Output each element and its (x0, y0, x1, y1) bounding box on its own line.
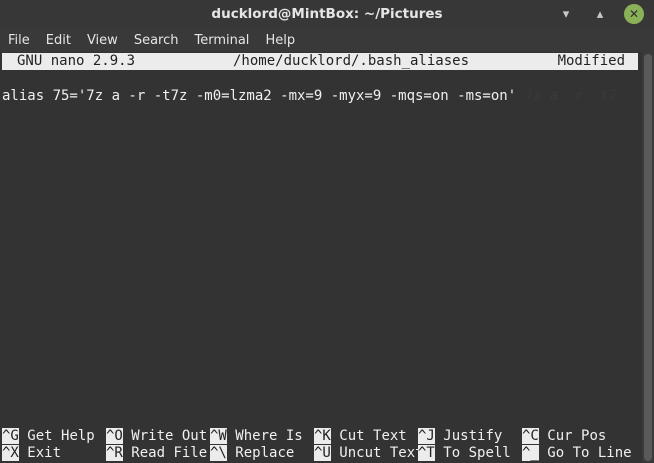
shortcut-get-help: ^G Get Help (2, 428, 95, 444)
menu-terminal[interactable]: Terminal (186, 33, 257, 48)
shortcut-bar: ^G Get Help ^O Write Out ^W Where Is ^K … (0, 428, 642, 462)
menu-view[interactable]: View (79, 33, 126, 48)
nano-status: Modified (557, 53, 625, 69)
terminal-area[interactable]: GNU nano 2.9.3 /home/ducklord/.bash_alia… (0, 52, 642, 463)
menu-file[interactable]: File (0, 33, 38, 48)
menu-edit[interactable]: Edit (38, 33, 79, 48)
shortcut-go-to-line: ^_ Go To Line (522, 445, 632, 461)
shortcut-exit: ^X Exit (2, 445, 62, 461)
scrollbar-thumb[interactable] (644, 54, 652, 461)
menu-help[interactable]: Help (257, 33, 303, 48)
window-title: ducklord@MintBox: ~/Pictures (211, 6, 443, 22)
menu-search[interactable]: Search (126, 33, 187, 48)
shortcut-where-is: ^W Where Is (210, 428, 303, 444)
editor-text: alias 75='7z a -r -t7z -m0=lzma2 -mx=9 -… (2, 88, 517, 104)
minimize-icon[interactable]: ▾ (556, 4, 576, 24)
shortcut-justify: ^J Justify (418, 428, 503, 444)
nano-filename: /home/ducklord/.bash_aliases (233, 53, 470, 69)
nano-version: GNU nano 2.9.3 (17, 53, 136, 69)
ghost-text: 7z a -r -t7 (524, 88, 618, 104)
terminal-window: ducklord@MintBox: ~/Pictures ▾ ▴ ✕ File … (0, 0, 654, 463)
shortcut-replace: ^\ Replace (210, 445, 295, 461)
window-controls: ▾ ▴ ✕ (556, 4, 644, 24)
nano-header: GNU nano 2.9.3 /home/ducklord/.bash_alia… (2, 53, 638, 70)
shortcut-cur-pos: ^C Cur Pos (522, 428, 607, 444)
editor-line[interactable]: alias 75='7z a -r -t7z -m0=lzma2 -mx=9 -… (2, 88, 617, 105)
menu-bar: File Edit View Search Terminal Help (0, 28, 654, 52)
shortcut-uncut-text: ^U Uncut Text (314, 445, 424, 461)
shortcut-to-spell: ^T To Spell (418, 445, 511, 461)
window-titlebar[interactable]: ducklord@MintBox: ~/Pictures ▾ ▴ ✕ (0, 0, 654, 28)
shortcut-write-out: ^O Write Out (106, 428, 208, 444)
shortcut-cut-text: ^K Cut Text (314, 428, 407, 444)
shortcut-read-file: ^R Read File (106, 445, 208, 461)
maximize-icon[interactable]: ▴ (590, 4, 610, 24)
close-icon[interactable]: ✕ (624, 4, 644, 24)
